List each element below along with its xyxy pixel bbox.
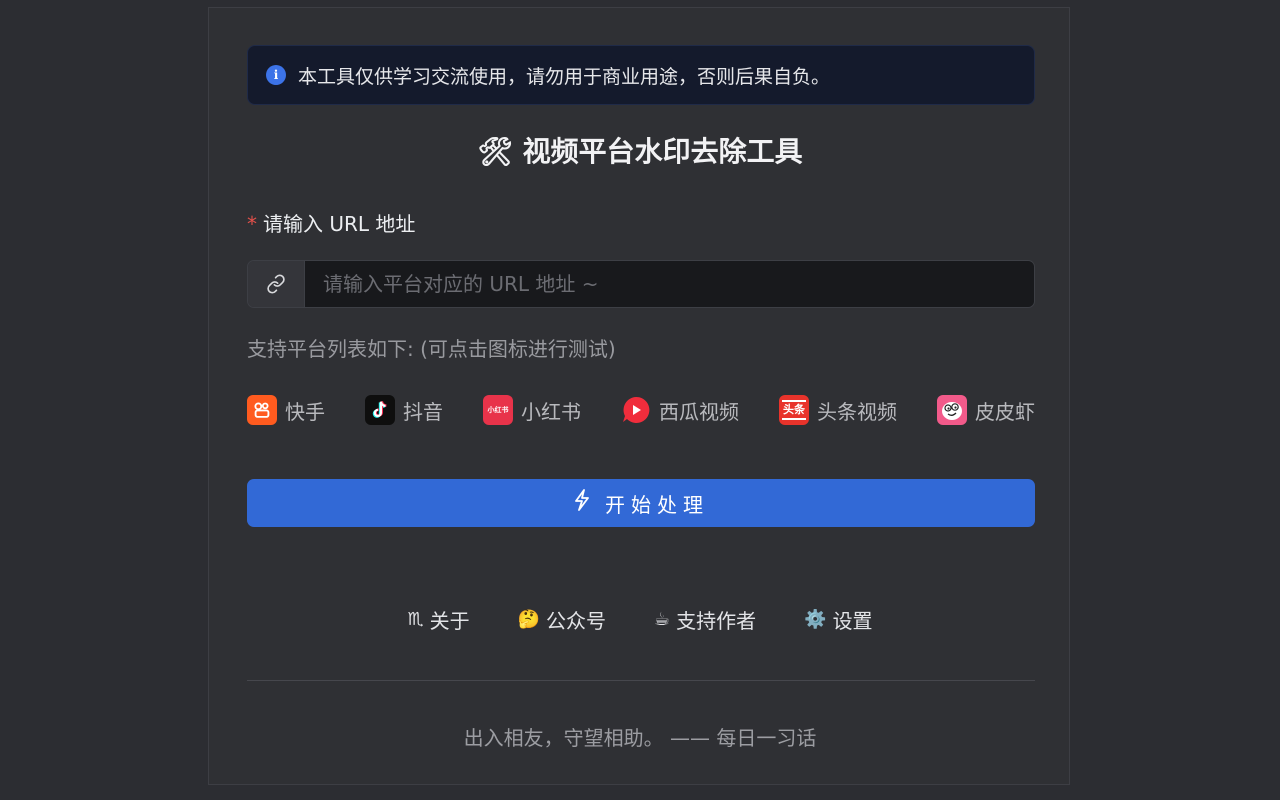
url-field-label: * 请输入 URL 地址 [247,208,415,237]
scorpius-icon: ♏ [407,609,424,630]
bolt-icon [573,489,591,517]
main-card: i 本工具仅供学习交流使用，请勿用于商业用途，否则后果自负。 🛠 视频平台水印去… [208,7,1070,785]
official-account-label: 公众号 [546,609,606,633]
platform-toutiao[interactable]: 头条 头条视频 [779,395,897,425]
settings-link[interactable]: ⚙️ 设置 [804,605,872,634]
platform-xiaohongshu[interactable]: 小红书 小红书 [483,395,581,425]
gear-icon: ⚙️ [804,609,827,630]
platform-list: 快手 抖音 小红书 小红书 西瓜视频 头条 头条视频 皮皮虾 [247,394,1035,426]
tools-emoji: 🛠 [477,135,513,168]
platform-xigua[interactable]: 西瓜视频 [621,395,739,425]
link-icon [248,261,305,307]
toutiao-icon: 头条 [779,395,809,425]
support-author-link[interactable]: ☕ 支持作者 [654,605,756,634]
platform-name: 头条视频 [817,399,897,424]
footer-links: ♏ 关于 🤔 公众号 ☕ 支持作者 ⚙️ 设置 [209,605,1071,634]
settings-label: 设置 [832,609,873,633]
alert-text: 本工具仅供学习交流使用，请勿用于商业用途，否则后果自负。 [298,65,831,88]
xigua-icon [621,395,651,425]
toutiao-logo-text: 头条 [783,403,805,416]
pipixia-icon [937,395,967,425]
platform-pipixia[interactable]: 皮皮虾 [937,395,1035,425]
support-author-label: 支持作者 [676,609,757,633]
douyin-icon [365,395,395,425]
divider [247,680,1035,681]
platform-name: 西瓜视频 [659,399,739,424]
daily-quote: 出入相友，守望相助。 —— 每日一习话 [463,726,817,750]
platform-name: 小红书 [521,399,581,424]
info-icon: i [266,65,286,85]
platform-name: 快手 [285,399,325,424]
platforms-hint: 支持平台列表如下: (可点击图标进行测试) [247,337,616,361]
url-label-text: 请输入 URL 地址 [263,212,416,236]
page-title-text: 视频平台水印去除工具 [522,135,803,168]
official-account-link[interactable]: 🤔 公众号 [518,605,606,634]
thinking-face-icon: 🤔 [517,609,540,630]
platform-name: 皮皮虾 [975,399,1035,424]
start-button-label: 开始处理 [605,494,709,517]
required-mark: * [247,212,257,236]
start-processing-button[interactable]: 开始处理 [247,479,1035,527]
coffee-icon: ☕ [654,609,671,630]
kuaishou-icon [247,395,277,425]
platform-name: 抖音 [403,399,443,424]
url-input[interactable] [305,261,1034,307]
xiaohongshu-icon: 小红书 [483,395,513,425]
about-link-label: 关于 [429,609,470,633]
about-link[interactable]: ♏ 关于 [407,605,469,634]
platform-douyin[interactable]: 抖音 [365,395,443,425]
xiaohongshu-logo-text: 小红书 [487,406,509,414]
url-input-group [247,260,1035,308]
platform-kuaishou[interactable]: 快手 [247,395,325,425]
page-title: 🛠 视频平台水印去除工具 [209,130,1071,170]
disclaimer-alert: i 本工具仅供学习交流使用，请勿用于商业用途，否则后果自负。 [247,45,1035,105]
